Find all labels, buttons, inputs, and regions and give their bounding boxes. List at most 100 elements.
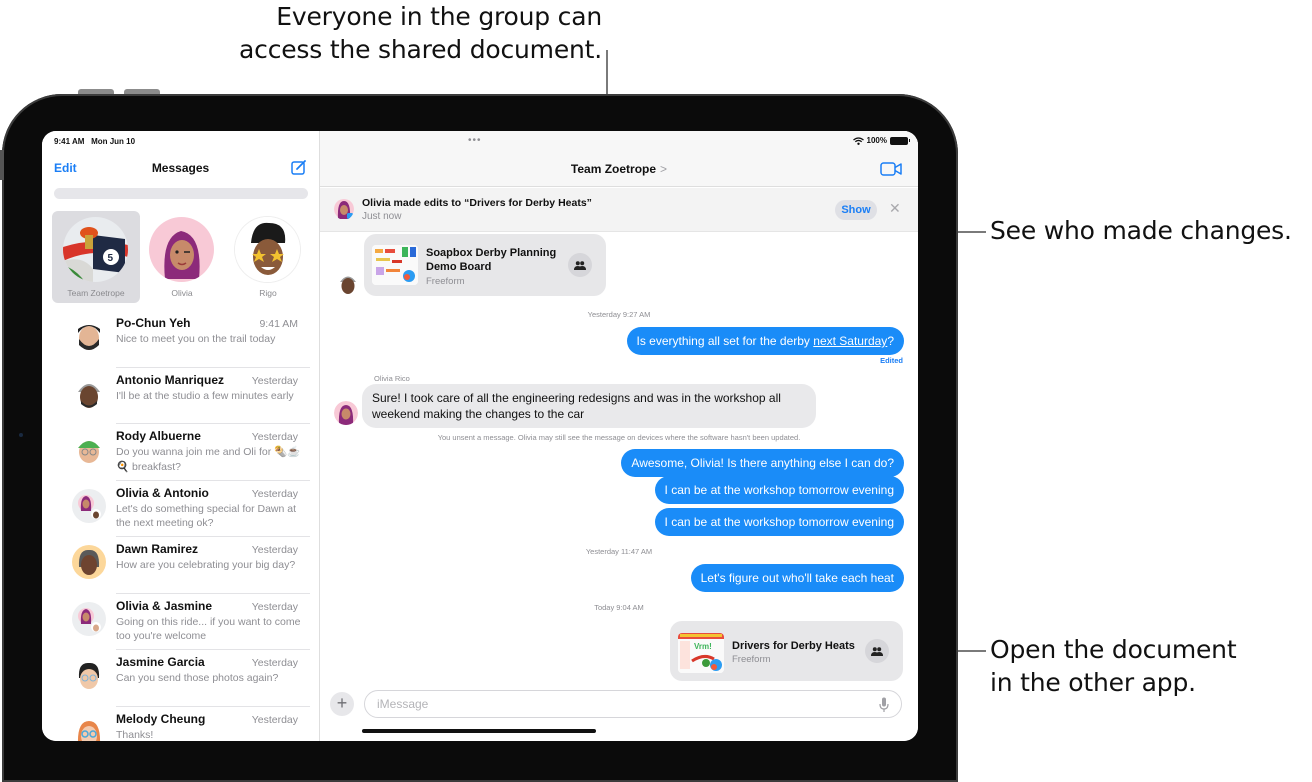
conversation-name: Olivia & Jasmine	[116, 598, 213, 613]
callout-line: in the other app.	[990, 668, 1196, 697]
avatar	[235, 217, 300, 282]
people-icon	[574, 260, 586, 270]
conversation-name: Po-Chun Yeh	[116, 316, 191, 330]
conversation-item[interactable]: Melody Cheung Yesterday Thanks!	[42, 707, 320, 741]
edit-notification-banner: Olivia made edits to “Drivers for Derby …	[320, 188, 918, 232]
show-button[interactable]: Show	[835, 200, 877, 220]
document-app: Freeform	[426, 276, 465, 287]
banner-timestamp: Just now	[362, 211, 402, 222]
message-input[interactable]	[364, 690, 902, 718]
edited-label[interactable]: Edited	[880, 356, 903, 365]
date-link[interactable]: next Saturday	[813, 334, 887, 348]
ipad-camera	[19, 433, 23, 437]
conversation-item[interactable]: Rody Albuerne Yesterday Do you wanna joi…	[42, 424, 320, 481]
plus-icon[interactable]: +	[330, 692, 354, 716]
conversation-time: 9:41 AM	[259, 318, 298, 330]
pinned-label: Rigo	[259, 288, 277, 298]
shared-document-card[interactable]: Vrm! Drivers for Derby Heats Freeform	[670, 621, 903, 681]
outgoing-message[interactable]: Awesome, Olivia! Is there anything else …	[621, 449, 904, 477]
messages-sidebar: 9:41 AM Mon Jun 10 Edit Messages 5 Team …	[42, 131, 320, 741]
conversation-time: Yesterday	[251, 713, 298, 726]
outgoing-message[interactable]: Let's figure out who'll take each heat	[690, 564, 904, 592]
wifi-icon	[852, 136, 864, 145]
status-time-date: 9:41 AM Mon Jun 10	[54, 137, 135, 146]
conversation-preview: Let's do something special for Dawn at t…	[116, 502, 297, 530]
conversation-item[interactable]: Dawn Ramirez Yesterday How are you celeb…	[42, 537, 320, 594]
avatar	[149, 217, 214, 282]
avatar	[72, 375, 106, 410]
people-icon	[871, 646, 883, 656]
document-title-line: Demo Board	[426, 261, 492, 273]
conversation-item[interactable]: Olivia & Jasmine Yesterday Going on this…	[42, 594, 320, 650]
conversation-name: Antonio Manriquez	[116, 372, 224, 387]
battery-icon	[890, 136, 910, 145]
battery-percent: 100%	[866, 136, 887, 145]
banner-title: Olivia made edits to “Drivers for Derby …	[362, 197, 592, 209]
search-field[interactable]	[54, 188, 308, 199]
avatar	[72, 432, 106, 466]
conversation-item[interactable]: Jasmine Garcia Yesterday Can you send th…	[42, 650, 320, 707]
avatar	[334, 401, 358, 425]
conversation-preview: Nice to meet you on the trail today	[116, 333, 276, 345]
callout-line: access the shared document.	[239, 35, 602, 64]
sidebar-title: Messages	[151, 161, 210, 175]
conversation-preview: Do you wanna join me and Oli for 🌯☕🍳 bre…	[116, 446, 301, 473]
conversation-time: Yesterday	[251, 600, 298, 613]
multitasking-dots[interactable]: •••	[468, 135, 482, 146]
pinned-conversations: 5 Team Zoetrope Olivia Rigo	[50, 211, 312, 303]
conversation-item[interactable]: Po-Chun Yeh 9:41 AM Nice to meet you on …	[42, 311, 320, 368]
pinned-olivia[interactable]: Olivia	[138, 211, 226, 303]
pinned-team-zoetrope[interactable]: 5 Team Zoetrope	[52, 211, 140, 303]
video-camera-icon[interactable]	[880, 162, 902, 176]
chat-header: ••• 100% Team Zoetrope >	[320, 131, 918, 187]
conversation-name: Jasmine Garcia	[116, 655, 205, 669]
callout-line: Open the document	[990, 635, 1237, 664]
message-composer: +	[320, 689, 918, 721]
callout-shared-document: Everyone in the group can access the sha…	[150, 0, 602, 66]
sender-name: Olivia Rico	[374, 374, 410, 383]
avatar	[72, 488, 106, 523]
outgoing-message[interactable]: I can be at the workshop tomorrow evenin…	[654, 476, 904, 504]
svg-text:Vrm!: Vrm!	[694, 642, 712, 651]
conversation-name: Melody Cheung	[116, 711, 206, 726]
ipad-screen: 9:41 AM Mon Jun 10 Edit Messages 5 Team …	[42, 131, 918, 741]
incoming-message[interactable]: Sure! I took care of all the engineering…	[362, 384, 816, 428]
outgoing-message[interactable]: I can be at the workshop tomorrow evenin…	[654, 508, 904, 536]
microphone-icon[interactable]	[879, 697, 889, 713]
home-indicator[interactable]	[362, 729, 596, 733]
close-icon[interactable]: ✕	[889, 200, 901, 217]
callout-see-changes: See who made changes.	[990, 216, 1292, 245]
conversation-preview: Thanks!	[116, 728, 154, 741]
ipad-side-button	[0, 150, 4, 180]
conversation-preview: How are you celebrating your big day?	[116, 559, 296, 571]
sidebar-header: Edit Messages	[42, 159, 319, 181]
collaborators-button[interactable]	[865, 639, 889, 663]
conversation-name: Rody Albuerne	[116, 429, 201, 443]
conversation-time: Yesterday	[251, 374, 298, 387]
message-text: ?	[887, 334, 894, 348]
conversation-item[interactable]: Antonio Manriquez Yesterday I'll be at t…	[42, 368, 320, 424]
avatar	[336, 271, 360, 295]
document-title: Drivers for Derby Heats	[732, 640, 855, 652]
status-right: 100%	[852, 136, 910, 145]
avatar	[72, 545, 106, 579]
conversation-preview: Going on this ride... if you want to com…	[116, 615, 301, 643]
conversation-time: Yesterday	[251, 431, 298, 443]
document-thumbnail	[372, 245, 418, 285]
conversation-title-text: Team Zoetrope	[570, 162, 657, 176]
compose-icon[interactable]	[291, 159, 307, 175]
unsent-notice: You unsent a message. Olivia may still s…	[437, 433, 801, 442]
outgoing-message[interactable]: Is everything all set for the derby next…	[626, 327, 904, 355]
avatar	[72, 658, 106, 692]
shared-document-card[interactable]: Soapbox Derby Planning Demo Board Freefo…	[364, 234, 606, 296]
avatar	[72, 319, 106, 353]
collaborators-button[interactable]	[568, 253, 592, 277]
document-app: Freeform	[732, 654, 771, 665]
conversation-time: Yesterday	[251, 657, 298, 669]
conversation-list: Po-Chun Yeh 9:41 AM Nice to meet you on …	[42, 311, 320, 741]
pinned-rigo[interactable]: Rigo	[224, 211, 312, 303]
document-thumbnail: Vrm!	[678, 633, 724, 673]
conversation-time: Yesterday	[251, 487, 298, 500]
conversation-item[interactable]: Olivia & Antonio Yesterday Let's do some…	[42, 481, 320, 537]
conversation-title[interactable]: Team Zoetrope >	[320, 162, 918, 176]
